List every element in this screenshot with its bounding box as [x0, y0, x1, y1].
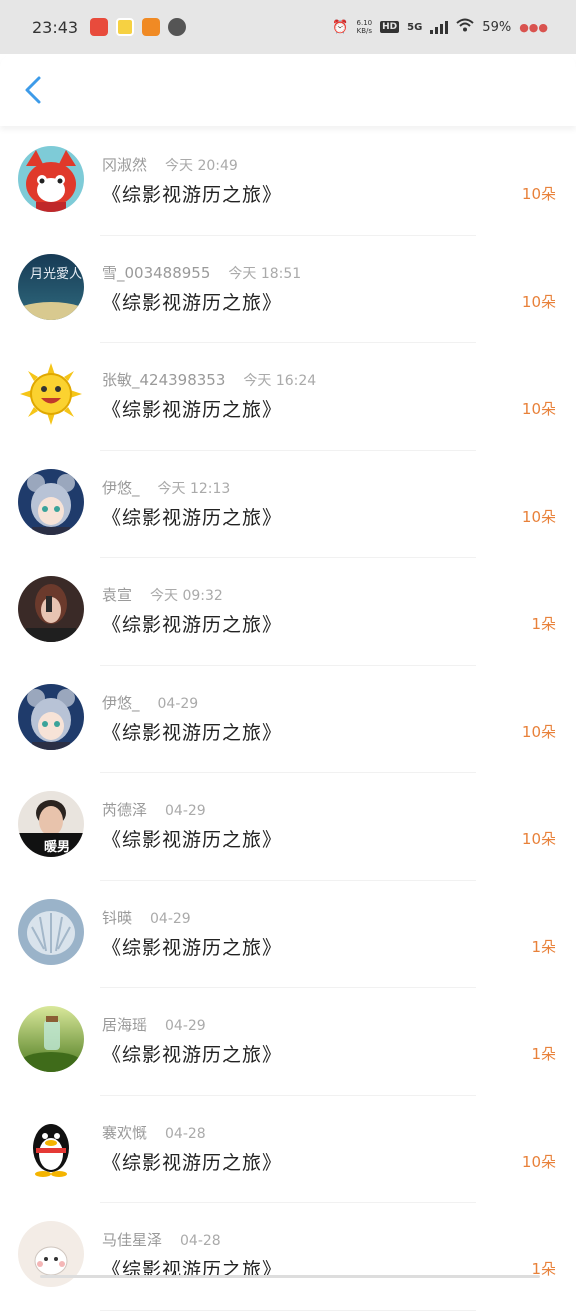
gift-amount: 10朵 [522, 183, 556, 204]
avatar[interactable] [18, 1114, 84, 1180]
avatar[interactable]: 月光愛人 [18, 254, 84, 320]
gift-amount: 10朵 [522, 398, 556, 419]
username: 褰欢慨 [102, 1124, 147, 1142]
username: 袁宣 [102, 586, 132, 604]
book-title: 《综影视游历之旅》 [102, 288, 282, 315]
gift-meta: 钭暎 04-29 [102, 907, 191, 928]
net-speed: 6.10 KB/s [357, 19, 373, 35]
list-item[interactable]: 月光愛人 雪_003488955 今天 18:51 《综影视游历之旅》 10朵 [0, 236, 576, 344]
book-title: 《综影视游历之旅》 [102, 180, 282, 207]
avatar[interactable] [18, 899, 84, 965]
status-bar: 23:43 ⏰ 6.10 KB/s HD 5G 59% ●●● [0, 0, 576, 54]
top-nav-bar [0, 54, 576, 126]
gift-amount: 1朵 [531, 936, 556, 957]
gift-amount: 1朵 [531, 1043, 556, 1064]
gift-date: 04-29 [158, 696, 199, 712]
gift-date: 04-29 [165, 1018, 206, 1034]
list-item[interactable]: 张敏_424398353 今天 16:24 《综影视游历之旅》 10朵 [0, 343, 576, 451]
list-item[interactable]: 钭暎 04-29 《综影视游历之旅》 1朵 [0, 881, 576, 989]
book-title: 《综影视游历之旅》 [102, 718, 282, 745]
username: 雪_003488955 [102, 264, 210, 282]
notification-app-icon [142, 18, 160, 36]
gift-meta: 褰欢慨 04-28 [102, 1122, 206, 1143]
net-speed-unit: KB/s [357, 27, 372, 35]
gift-meta: 张敏_424398353 今天 16:24 [102, 369, 316, 390]
book-title: 《综影视游历之旅》 [102, 933, 282, 960]
status-left: 23:43 [32, 18, 186, 37]
list-item[interactable]: 暖男 芮德泽 04-29 《综影视游历之旅》 10朵 [0, 773, 576, 881]
gift-meta: 冈淑然 今天 20:49 [102, 154, 238, 175]
net-speed-value: 6.10 [357, 19, 373, 27]
list-item[interactable]: 居海瑶 04-29 《综影视游历之旅》 1朵 [0, 988, 576, 1096]
chevron-left-icon [23, 75, 43, 105]
avatar[interactable] [18, 469, 84, 535]
wifi-icon [456, 18, 474, 36]
signal-icon [430, 20, 448, 34]
list-item[interactable]: 伊悠_ 今天 12:13 《综影视游历之旅》 10朵 [0, 451, 576, 559]
gift-meta: 袁宣 今天 09:32 [102, 584, 223, 605]
battery-icon: ●●● [519, 21, 548, 34]
avatar-text: 月光愛人 [30, 267, 82, 282]
back-button[interactable] [16, 72, 50, 108]
username: 芮德泽 [102, 801, 147, 819]
gift-date: 今天 18:51 [228, 266, 301, 282]
book-title: 《综影视游历之旅》 [102, 610, 282, 637]
list-item[interactable]: 马佳星泽04-28 《综影视游历之旅》 1朵 [0, 1203, 576, 1311]
list-item[interactable]: 褰欢慨 04-28 《综影视游历之旅》 10朵 [0, 1096, 576, 1204]
notification-app-icon [90, 18, 108, 36]
avatar[interactable] [18, 146, 84, 212]
list-item[interactable]: 冈淑然 今天 20:49 《综影视游历之旅》 10朵 [0, 128, 576, 236]
avatar[interactable]: 暖男 [18, 791, 84, 857]
scroll-indicator [40, 1275, 540, 1278]
gift-amount: 10朵 [522, 828, 556, 849]
book-title: 《综影视游历之旅》 [102, 395, 282, 422]
gift-meta: 居海瑶 04-29 [102, 1014, 206, 1035]
avatar-text: 暖男 [44, 839, 70, 855]
status-time: 23:43 [32, 18, 78, 37]
gift-meta: 芮德泽 04-29 [102, 799, 206, 820]
gift-record-list: 冈淑然 今天 20:49 《综影视游历之旅》 10朵 月光愛人 雪_0034889… [0, 128, 576, 1311]
gift-amount: 10朵 [522, 721, 556, 742]
gift-meta: 伊悠_ 今天 12:13 [102, 477, 230, 498]
gift-date: 今天 16:24 [243, 373, 316, 389]
book-title: 《综影视游历之旅》 [102, 825, 282, 852]
gift-date: 04-28 [180, 1233, 221, 1249]
hd-badge: HD [380, 21, 399, 33]
network-type: 5G [407, 22, 422, 33]
gift-amount: 10朵 [522, 291, 556, 312]
gift-date: 今天 20:49 [165, 158, 238, 174]
book-title: 《综影视游历之旅》 [102, 1040, 282, 1067]
avatar[interactable] [18, 576, 84, 642]
gift-date: 04-29 [150, 911, 191, 927]
username: 冈淑然 [102, 156, 147, 174]
battery-level: 59% [482, 20, 511, 35]
book-title: 《综影视游历之旅》 [102, 1148, 282, 1175]
username: 张敏_424398353 [102, 371, 225, 389]
notification-app-icon [168, 18, 186, 36]
gift-meta: 伊悠_ 04-29 [102, 692, 198, 713]
book-title: 《综影视游历之旅》 [102, 503, 282, 530]
username: 钭暎 [102, 909, 132, 927]
gift-meta: 马佳星泽 04-28 [102, 1229, 221, 1250]
gift-date: 今天 09:32 [150, 588, 223, 604]
gift-amount: 1朵 [531, 613, 556, 634]
list-item[interactable]: 伊悠_ 04-29 《综影视游历之旅》 10朵 [0, 666, 576, 774]
gift-date: 今天 12:13 [158, 481, 231, 497]
username: 伊悠_ [102, 479, 140, 497]
username: 马佳星泽 [102, 1231, 162, 1249]
notification-app-icon [116, 18, 134, 36]
avatar[interactable] [18, 1006, 84, 1072]
gift-date: 04-28 [165, 1126, 206, 1142]
alarm-icon: ⏰ [332, 20, 348, 35]
username: 居海瑶 [102, 1016, 147, 1034]
gift-amount: 10朵 [522, 506, 556, 527]
list-item[interactable]: 袁宣 今天 09:32 《综影视游历之旅》 1朵 [0, 558, 576, 666]
status-right: ⏰ 6.10 KB/s HD 5G 59% ●●● [332, 18, 548, 36]
username: 伊悠_ [102, 694, 140, 712]
gift-amount: 10朵 [522, 1151, 556, 1172]
avatar[interactable] [18, 361, 84, 427]
gift-date: 04-29 [165, 803, 206, 819]
avatar[interactable] [18, 684, 84, 750]
gift-meta: 雪_003488955 今天 18:51 [102, 262, 301, 283]
